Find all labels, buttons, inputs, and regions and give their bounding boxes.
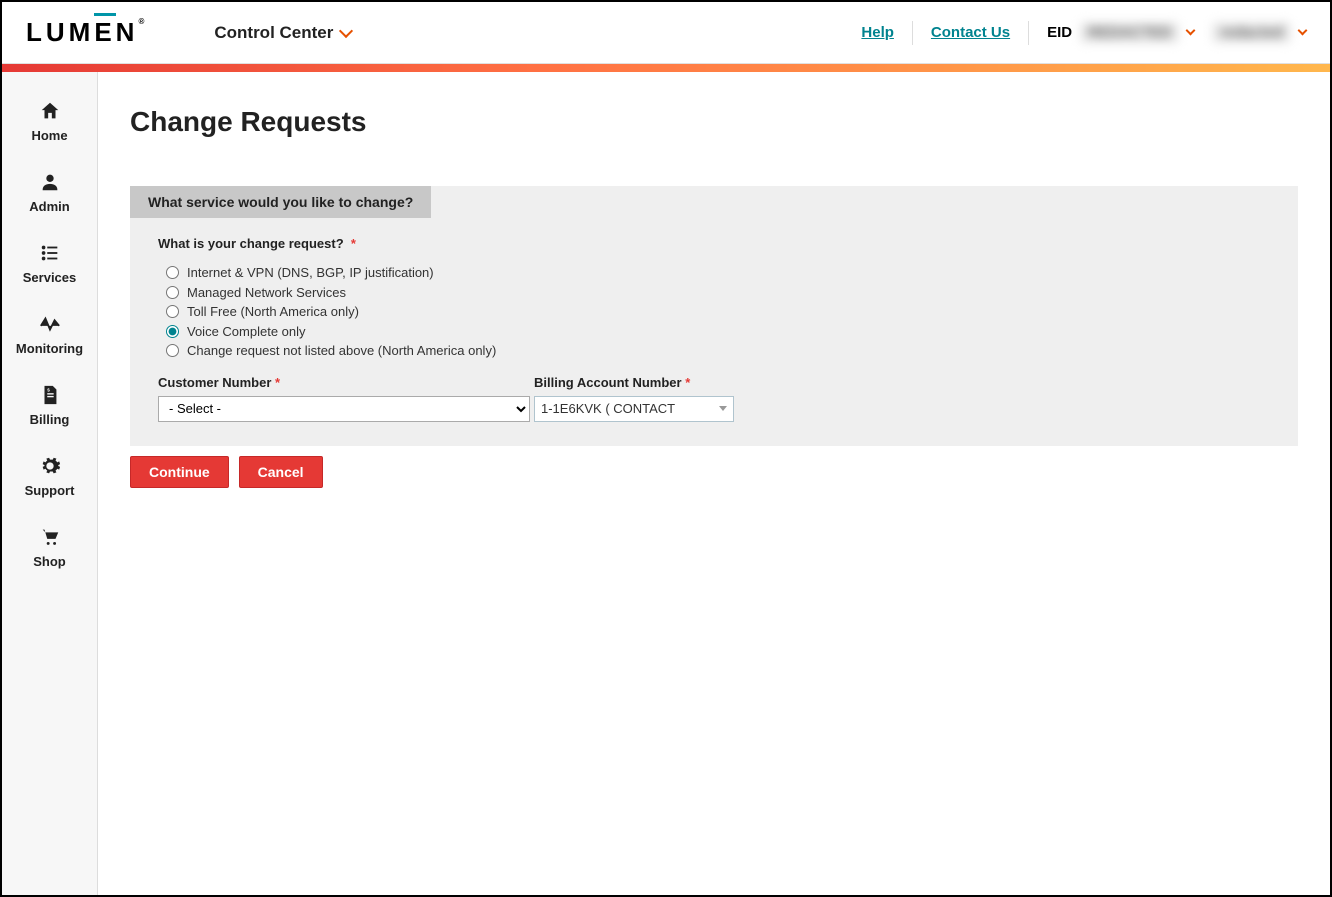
- billing-account-label: Billing Account Number *: [534, 375, 734, 390]
- billing-account-value: 1-1E6KVK ( CONTACT: [541, 401, 675, 416]
- cart-icon: [39, 526, 61, 548]
- radio-option-voice-complete[interactable]: Voice Complete only: [166, 322, 1270, 342]
- panel-header: What service would you like to change?: [130, 186, 431, 218]
- radio-option-internet-vpn[interactable]: Internet & VPN (DNS, BGP, IP justificati…: [166, 263, 1270, 283]
- radio-input[interactable]: [166, 305, 179, 318]
- app-switcher[interactable]: Control Center: [214, 23, 351, 43]
- page-title: Change Requests: [130, 106, 1298, 138]
- user-menu[interactable]: redacted: [1194, 22, 1306, 43]
- sidebar-item-services[interactable]: Services: [2, 242, 97, 285]
- user-icon: [39, 171, 61, 193]
- sidebar: Home Admin Services Monitoring $ Billing…: [2, 72, 98, 895]
- radio-input[interactable]: [166, 344, 179, 357]
- radio-option-managed-network[interactable]: Managed Network Services: [166, 283, 1270, 303]
- continue-button[interactable]: Continue: [130, 456, 229, 488]
- eid-value: REDACTED: [1080, 22, 1179, 43]
- sidebar-item-label: Home: [31, 128, 67, 143]
- radio-input[interactable]: [166, 325, 179, 338]
- app-name-label: Control Center: [214, 23, 333, 43]
- radio-label: Change request not listed above (North A…: [187, 341, 496, 361]
- sidebar-item-label: Shop: [33, 554, 66, 569]
- radio-input[interactable]: [166, 286, 179, 299]
- radio-label: Internet & VPN (DNS, BGP, IP justificati…: [187, 263, 434, 283]
- sidebar-item-label: Services: [23, 270, 77, 285]
- sidebar-item-support[interactable]: Support: [2, 455, 97, 498]
- radio-label: Toll Free (North America only): [187, 302, 359, 322]
- cancel-button[interactable]: Cancel: [239, 456, 323, 488]
- sidebar-item-monitoring[interactable]: Monitoring: [2, 313, 97, 356]
- help-link[interactable]: Help: [843, 24, 912, 41]
- caret-down-icon: [719, 406, 727, 411]
- main-content: Change Requests What service would you l…: [98, 72, 1330, 895]
- billing-account-combobox[interactable]: 1-1E6KVK ( CONTACT: [534, 396, 734, 422]
- radio-option-not-listed[interactable]: Change request not listed above (North A…: [166, 341, 1270, 361]
- sidebar-item-home[interactable]: Home: [2, 100, 97, 143]
- change-request-radio-group: Internet & VPN (DNS, BGP, IP justificati…: [166, 263, 1270, 361]
- radio-label: Voice Complete only: [187, 322, 306, 342]
- lumen-logo: LUMEN®: [26, 17, 144, 48]
- customer-number-field: Customer Number * - Select -: [158, 375, 530, 422]
- billing-account-field: Billing Account Number * 1-1E6KVK ( CONT…: [534, 375, 734, 422]
- radio-label: Managed Network Services: [187, 283, 346, 303]
- sidebar-item-label: Admin: [29, 199, 69, 214]
- customer-number-select[interactable]: - Select -: [158, 396, 530, 422]
- eid-menu[interactable]: EID REDACTED: [1029, 22, 1194, 43]
- radio-input[interactable]: [166, 266, 179, 279]
- contact-us-link[interactable]: Contact Us: [913, 24, 1028, 41]
- gradient-bar: [2, 64, 1330, 72]
- chevron-down-icon: [339, 23, 353, 37]
- sidebar-item-shop[interactable]: Shop: [2, 526, 97, 569]
- change-request-panel: What service would you like to change? W…: [130, 186, 1298, 446]
- eid-label: EID: [1047, 24, 1072, 41]
- global-header: LUMEN® Control Center Help Contact Us EI…: [2, 2, 1330, 64]
- radio-option-toll-free[interactable]: Toll Free (North America only): [166, 302, 1270, 322]
- sidebar-item-label: Support: [25, 483, 75, 498]
- header-right: Help Contact Us EID REDACTED redacted: [843, 21, 1306, 45]
- home-icon: [39, 100, 61, 122]
- sidebar-item-admin[interactable]: Admin: [2, 171, 97, 214]
- activity-icon: [39, 313, 61, 335]
- sidebar-item-label: Billing: [30, 412, 70, 427]
- user-name: redacted: [1212, 22, 1291, 43]
- sidebar-item-label: Monitoring: [16, 341, 83, 356]
- customer-number-label: Customer Number *: [158, 375, 530, 390]
- action-buttons: Continue Cancel: [130, 456, 1298, 488]
- gear-icon: [39, 455, 61, 477]
- list-icon: [39, 242, 61, 264]
- sidebar-item-billing[interactable]: $ Billing: [2, 384, 97, 427]
- invoice-icon: $: [39, 384, 61, 406]
- chevron-down-icon: [1298, 26, 1308, 36]
- question-label: What is your change request? *: [158, 236, 1270, 251]
